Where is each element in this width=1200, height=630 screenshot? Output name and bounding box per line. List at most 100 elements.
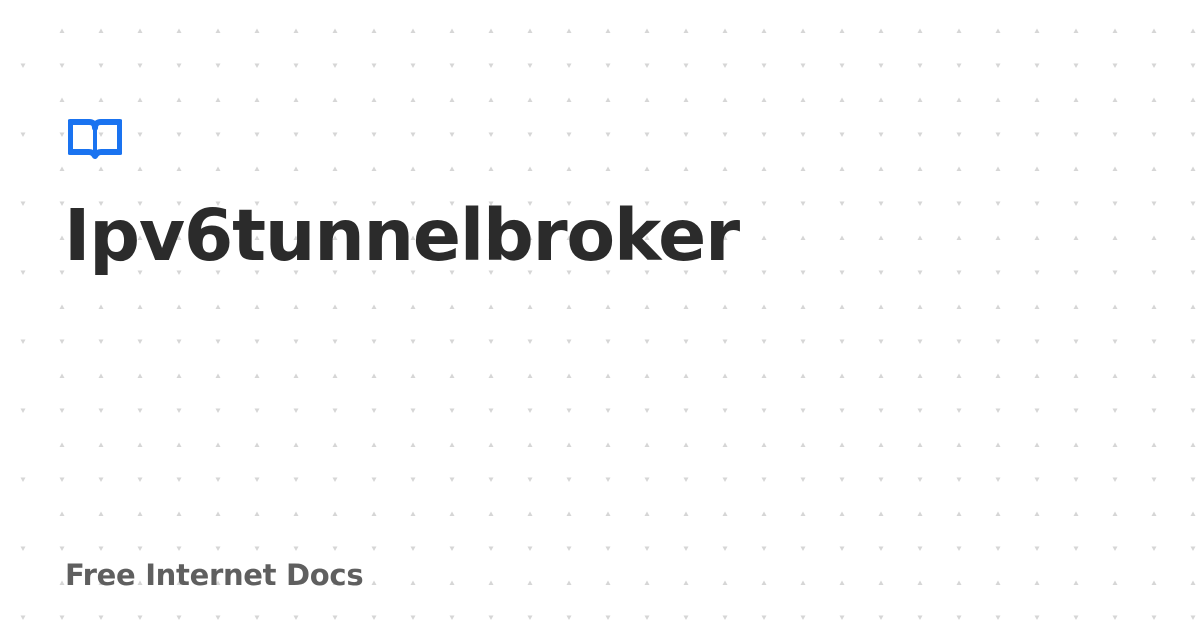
pattern-mark: [722, 408, 728, 413]
pattern-mark: [488, 97, 494, 102]
pattern-mark: [371, 373, 377, 378]
pattern-mark: [488, 546, 494, 551]
pattern-mark: [410, 63, 416, 68]
pattern-mark: [605, 442, 611, 447]
pattern-mark: [1190, 97, 1196, 102]
pattern-mark: [1034, 132, 1040, 137]
pattern-mark: [956, 166, 962, 171]
pattern-mark: [839, 477, 845, 482]
pattern-mark: [254, 477, 260, 482]
pattern-mark: [449, 28, 455, 33]
pattern-mark: [176, 546, 182, 551]
pattern-mark: [644, 97, 650, 102]
pattern-mark: [683, 339, 689, 344]
pattern-mark: [59, 408, 65, 413]
pattern-mark: [995, 132, 1001, 137]
pattern-mark: [176, 511, 182, 516]
pattern-mark: [1073, 28, 1079, 33]
pattern-mark: [878, 166, 884, 171]
pattern-mark: [332, 339, 338, 344]
pattern-mark: [176, 166, 182, 171]
pattern-mark: [488, 304, 494, 309]
pattern-mark: [20, 546, 26, 551]
pattern-mark: [527, 339, 533, 344]
pattern-mark: [137, 442, 143, 447]
pattern-mark: [1190, 270, 1196, 275]
pattern-mark: [527, 166, 533, 171]
pattern-mark: [527, 615, 533, 620]
pattern-mark: [449, 477, 455, 482]
pattern-mark: [1073, 270, 1079, 275]
pattern-mark: [1034, 373, 1040, 378]
pattern-mark: [59, 132, 65, 137]
pattern-mark: [722, 97, 728, 102]
pattern-mark: [722, 132, 728, 137]
pattern-mark: [1151, 546, 1157, 551]
pattern-mark: [683, 442, 689, 447]
pattern-mark: [761, 546, 767, 551]
pattern-mark: [761, 28, 767, 33]
pattern-mark: [332, 546, 338, 551]
pattern-mark: [371, 615, 377, 620]
pattern-mark: [215, 339, 221, 344]
pattern-mark: [293, 97, 299, 102]
pattern-mark: [137, 408, 143, 413]
pattern-mark: [293, 28, 299, 33]
pattern-mark: [449, 166, 455, 171]
pattern-mark: [995, 477, 1001, 482]
pattern-mark: [800, 477, 806, 482]
pattern-mark: [1034, 511, 1040, 516]
pattern-mark: [839, 304, 845, 309]
pattern-mark: [644, 132, 650, 137]
pattern-mark: [527, 580, 533, 585]
pattern-mark: [644, 511, 650, 516]
pattern-mark: [800, 373, 806, 378]
pattern-mark: [839, 97, 845, 102]
pattern-mark: [254, 132, 260, 137]
pattern-mark: [215, 615, 221, 620]
pattern-mark: [371, 442, 377, 447]
pattern-mark: [917, 408, 923, 413]
pattern-mark: [98, 477, 104, 482]
pattern-mark: [1034, 63, 1040, 68]
pattern-mark: [1151, 270, 1157, 275]
pattern-mark: [488, 339, 494, 344]
pattern-mark: [1073, 373, 1079, 378]
pattern-mark: [644, 63, 650, 68]
pattern-mark: [59, 511, 65, 516]
pattern-mark: [683, 477, 689, 482]
pattern-mark: [410, 28, 416, 33]
pattern-mark: [761, 235, 767, 240]
pattern-mark: [332, 28, 338, 33]
pattern-mark: [527, 304, 533, 309]
pattern-mark: [1034, 97, 1040, 102]
pattern-mark: [839, 201, 845, 206]
pattern-mark: [1190, 63, 1196, 68]
pattern-mark: [995, 270, 1001, 275]
pattern-mark: [98, 546, 104, 551]
pattern-mark: [722, 28, 728, 33]
pattern-mark: [722, 546, 728, 551]
pattern-mark: [1073, 132, 1079, 137]
pattern-mark: [800, 442, 806, 447]
pattern-mark: [878, 304, 884, 309]
pattern-mark: [800, 580, 806, 585]
pattern-mark: [1190, 477, 1196, 482]
pattern-mark: [722, 166, 728, 171]
pattern-mark: [722, 511, 728, 516]
pattern-mark: [254, 63, 260, 68]
pattern-mark: [995, 373, 1001, 378]
pattern-mark: [800, 304, 806, 309]
pattern-mark: [1034, 235, 1040, 240]
pattern-mark: [1112, 28, 1118, 33]
pattern-mark: [59, 580, 65, 585]
pattern-mark: [917, 580, 923, 585]
pattern-mark: [1112, 511, 1118, 516]
pattern-mark: [917, 166, 923, 171]
pattern-mark: [644, 580, 650, 585]
pattern-mark: [917, 201, 923, 206]
pattern-mark: [215, 63, 221, 68]
pattern-mark: [956, 132, 962, 137]
pattern-mark: [839, 442, 845, 447]
pattern-mark: [254, 442, 260, 447]
